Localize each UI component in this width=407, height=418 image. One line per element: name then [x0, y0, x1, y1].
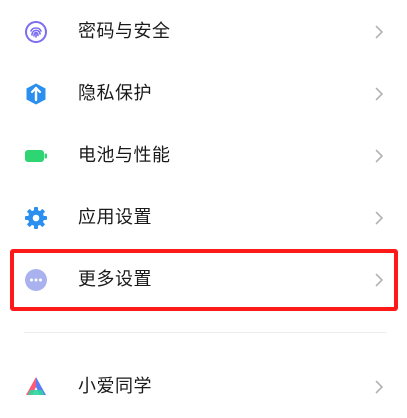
chevron-right-icon	[372, 25, 386, 39]
fingerprint-icon	[24, 20, 48, 44]
more-dots-icon	[24, 268, 48, 292]
settings-item-password-security[interactable]: 密码与安全	[0, 1, 407, 63]
settings-item-label: 更多设置	[78, 269, 152, 290]
settings-list: 密码与安全 隐私保护 电池与性能 应用设置 更多设置 小爱同学	[0, 0, 407, 412]
chevron-right-icon	[372, 380, 386, 394]
battery-icon	[24, 144, 48, 168]
settings-item-label: 隐私保护	[78, 83, 152, 104]
privacy-shield-icon	[24, 82, 48, 106]
settings-item-app-settings[interactable]: 应用设置	[0, 187, 407, 249]
settings-item-label: 小爱同学	[78, 376, 152, 397]
chevron-right-icon	[372, 273, 386, 287]
xiaoai-icon	[24, 375, 48, 399]
settings-item-privacy[interactable]: 隐私保护	[0, 63, 407, 125]
settings-item-label: 应用设置	[78, 207, 152, 228]
settings-item-more-settings[interactable]: 更多设置	[0, 249, 407, 311]
settings-item-label: 密码与安全	[78, 21, 171, 42]
gear-icon	[24, 206, 48, 230]
chevron-right-icon	[372, 149, 386, 163]
chevron-right-icon	[372, 87, 386, 101]
settings-item-battery-performance[interactable]: 电池与性能	[0, 125, 407, 187]
settings-item-label: 电池与性能	[78, 145, 171, 166]
settings-item-xiaoai[interactable]: 小爱同学	[0, 356, 407, 418]
section-divider	[24, 332, 386, 333]
chevron-right-icon	[372, 211, 386, 225]
